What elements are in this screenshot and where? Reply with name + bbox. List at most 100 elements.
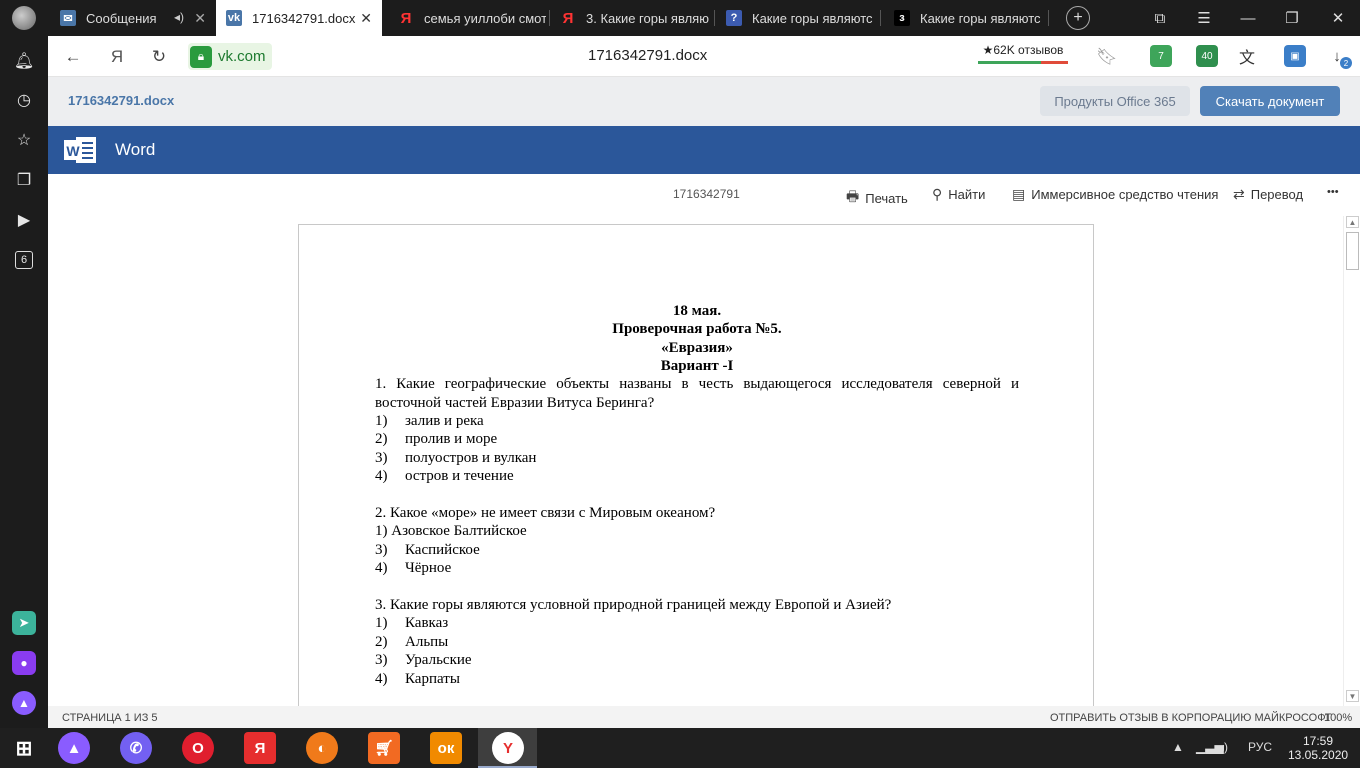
odnoklassniki-icon[interactable]: ок xyxy=(430,732,462,764)
q1-option: пролив и море xyxy=(405,431,498,447)
reload-button[interactable]: ↻ xyxy=(146,44,172,70)
clock[interactable]: 17:59 13.05.2020 xyxy=(1288,734,1348,762)
extension-icon[interactable]: 7 xyxy=(1150,45,1172,67)
doc-date: 18 мая. xyxy=(672,303,722,319)
doc-name-link[interactable]: 1716342791.docx xyxy=(68,93,174,108)
close-window-button[interactable]: ✕ xyxy=(1316,0,1360,36)
search-icon: ⚲ xyxy=(932,186,943,202)
option-number: 2) xyxy=(375,431,388,447)
document-viewport[interactable]: 18 мая. Проверочная работа №5. «Евразия»… xyxy=(48,216,1343,724)
alice-app-icon[interactable]: ● xyxy=(12,651,36,675)
back-button[interactable]: ← xyxy=(60,44,86,70)
extension-icon[interactable]: 40 xyxy=(1196,45,1218,67)
q3-option: Кавказ xyxy=(405,615,449,631)
q3-option: Уральские xyxy=(405,652,472,668)
document-page: 18 мая. Проверочная работа №5. «Евразия»… xyxy=(298,224,1094,724)
tab-label: 1716342791.docx xyxy=(252,10,356,26)
q2-option: Чёрное xyxy=(405,560,452,576)
vk-icon: vk xyxy=(226,10,242,26)
tab-docx[interactable]: vk 1716342791.docx ✕ xyxy=(216,0,382,36)
doc-topic: «Евразия» xyxy=(661,340,733,356)
tab-count-badge[interactable]: 6 xyxy=(12,248,36,272)
more-options-button[interactable]: ••• xyxy=(1327,186,1339,198)
option-number: 2) xyxy=(375,634,388,650)
question-2-text: 2. Какое «море» не имеет связи с Мировым… xyxy=(375,505,716,521)
vertical-scrollbar[interactable]: ▲ ▼ xyxy=(1343,216,1360,706)
download-document-button[interactable]: Скачать документ xyxy=(1200,86,1340,116)
close-icon[interactable]: ✕ xyxy=(194,10,206,27)
scroll-thumb[interactable] xyxy=(1346,232,1359,270)
history-icon[interactable]: ◷ xyxy=(12,88,36,112)
restore-button[interactable]: ❐ xyxy=(1270,0,1314,36)
bookmark-icon[interactable]: 🔖︎ xyxy=(1094,44,1120,70)
star-icon[interactable]: ☆ xyxy=(12,128,36,152)
profile-avatar[interactable] xyxy=(12,6,36,30)
chat-icon: ✉ xyxy=(60,10,76,26)
windows-start-icon[interactable]: ⊞ xyxy=(8,732,40,764)
new-tab-button[interactable]: + xyxy=(1066,6,1090,30)
mute-icon[interactable]: ◂) xyxy=(174,10,184,24)
translate-button[interactable]: ⇄ Перевод xyxy=(1233,186,1303,203)
screenshot-icon[interactable]: ▣ xyxy=(1284,45,1306,67)
scroll-down-arrow[interactable]: ▼ xyxy=(1346,690,1359,702)
viber-icon[interactable]: ✆ xyxy=(120,732,152,764)
menu-icon[interactable]: ☰ xyxy=(1182,0,1226,36)
office-products-button[interactable]: Продукты Office 365 xyxy=(1040,86,1190,116)
send-icon[interactable]: ➤ xyxy=(12,611,36,635)
translate-icon[interactable]: 文 xyxy=(1236,45,1258,67)
collections-icon[interactable]: ❐ xyxy=(12,168,36,192)
browser-tab-bar: ✉ Сообщения ◂) ✕ vk 1716342791.docx ✕ Я … xyxy=(0,0,1360,36)
zoom-level[interactable]: 100% xyxy=(1324,712,1352,724)
page-counter: СТРАНИЦА 1 ИЗ 5 xyxy=(62,712,158,724)
page-title[interactable]: 1716342791.docx xyxy=(588,47,707,64)
url-host-pill[interactable]: 🔒︎ vk.com xyxy=(188,43,272,70)
store-icon[interactable]: 🛒︎ xyxy=(368,732,400,764)
clock-date: 13.05.2020 xyxy=(1288,748,1349,762)
tab-answers-1[interactable]: ? Какие горы являютс xyxy=(726,0,876,36)
translate-icon: ⇄ xyxy=(1233,186,1245,202)
translate-label: Перевод xyxy=(1250,187,1304,202)
reviews-badge[interactable]: ★62K отзывов xyxy=(978,43,1068,57)
tab-answers-2[interactable]: з Какие горы являютс xyxy=(894,0,1046,36)
word-toolbar: 1716342791 🖶 Печать ⚲ Найти ▤ Иммерсивное с… xyxy=(48,174,1360,216)
find-label: Найти xyxy=(948,187,986,202)
media-icon[interactable]: ▶ xyxy=(12,208,36,232)
collections-icon[interactable]: ⧉ xyxy=(1138,0,1182,36)
immersive-reader-button[interactable]: ▤ Иммерсивное средство чтения xyxy=(1012,186,1218,203)
print-label: Печать xyxy=(865,190,908,206)
doc-title: 1716342791 xyxy=(673,187,740,201)
reviews-rating-bar xyxy=(978,61,1068,64)
alice-taskbar-icon[interactable]: ▲ xyxy=(58,732,90,764)
scroll-up-arrow[interactable]: ▲ xyxy=(1346,216,1359,228)
yandex-y-icon[interactable]: Y xyxy=(492,732,524,764)
yandex-browser-icon[interactable]: Я xyxy=(244,732,276,764)
tab-messages[interactable]: ✉ Сообщения ◂) ✕ xyxy=(52,0,214,36)
doc-variant: Вариант -I xyxy=(660,358,734,374)
close-icon[interactable]: ✕ xyxy=(360,10,372,27)
question-icon: ? xyxy=(726,10,742,26)
language-indicator[interactable]: РУС xyxy=(1248,740,1272,754)
bell-icon[interactable]: 🔔︎ xyxy=(12,49,36,73)
yandex-button[interactable]: Я xyxy=(104,44,130,70)
tab-search-2[interactable]: Я 3. Какие горы являю xyxy=(560,0,710,36)
q1-option: полуостров и вулкан xyxy=(405,450,537,466)
download-icon[interactable]: ↓ 2 xyxy=(1326,45,1352,69)
feedback-link[interactable]: ОТПРАВИТЬ ОТЗЫВ В КОРПОРАЦИЮ МАЙКРОСОФТ xyxy=(1050,712,1332,724)
address-bar: ← Я ↻ 🔒︎ vk.com 1716342791.docx ★62K отз… xyxy=(48,36,1360,77)
minimize-button[interactable]: — xyxy=(1226,0,1270,36)
q2-option: 1) Азовское Балтийское xyxy=(375,523,527,539)
opera-icon[interactable]: O xyxy=(182,732,214,764)
tab-search-1[interactable]: Я семья уиллоби смот xyxy=(394,0,546,36)
print-button[interactable]: 🖶 Печать xyxy=(846,186,908,210)
alice-icon[interactable]: ▲ xyxy=(12,691,36,715)
znanija-icon: з xyxy=(894,10,910,26)
tray-expand-icon[interactable]: ▲ xyxy=(1172,740,1184,754)
lock-icon: 🔒︎ xyxy=(190,45,212,68)
find-button[interactable]: ⚲ Найти xyxy=(932,186,985,203)
firefox-icon[interactable]: ◐ xyxy=(306,732,338,764)
windows-taskbar: ⊞ ▲ ✆ O Я ◐ 🛒︎ ок Y ▲ ▁▃▅ ◂) РУС 17:59 1… xyxy=(0,728,1360,768)
browser-sidebar: 🔔︎ ◷ ☆ ❐ ▶ 6 ➤ ● ▲ xyxy=(0,36,48,728)
printer-icon: 🖶 xyxy=(846,188,860,204)
option-number: 4) xyxy=(375,560,388,576)
volume-icon[interactable]: ◂) xyxy=(1218,740,1228,754)
